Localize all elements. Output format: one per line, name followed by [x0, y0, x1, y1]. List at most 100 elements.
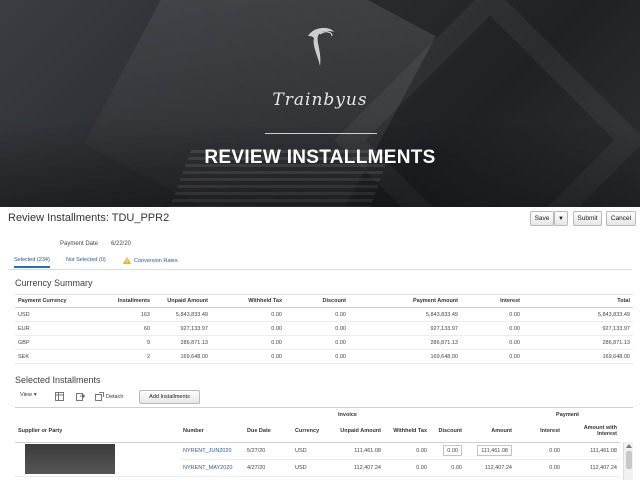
table-cell: 163 [103, 307, 153, 322]
caret-down-icon: ▾ [33, 392, 37, 398]
redacted-supplier [25, 444, 115, 474]
group-header-payment: Payment [556, 411, 579, 418]
discount-cell: 0.00 [430, 442, 465, 460]
currency-summary-table: Payment Currency Installments Unpaid Amo… [15, 294, 633, 364]
payment-date-label: Payment Date [60, 241, 99, 247]
table-cell: 5/27/20 [244, 442, 292, 460]
table-row[interactable]: SEK 2 169,648.00 0.00 0.00 169,648.00 0.… [15, 349, 633, 364]
scroll-thumb[interactable] [626, 451, 632, 469]
column-header: Installments [103, 294, 153, 308]
table-cell: 0.00 [515, 442, 563, 460]
table-cell: 0.00 [384, 442, 430, 460]
invoice-number-link[interactable]: NYRENT_JUN2020 [180, 442, 244, 460]
table-row[interactable]: GBP 9 286,871.13 0.00 0.00 286,871.13 0.… [15, 335, 633, 350]
table-header-row: Payment Currency Installments Unpaid Amo… [15, 294, 633, 308]
table-cell: 0.00 [211, 321, 285, 336]
table-cell: USD [292, 442, 338, 460]
table-cell: GBP [15, 335, 103, 350]
tab-selected[interactable]: Selected (234) [14, 257, 50, 268]
table-cell: 5,843,833.49 [349, 307, 461, 322]
table-row[interactable]: EUR 60 927,133.97 0.00 0.00 927,133.97 0… [15, 321, 633, 336]
table-cell: 927,133.97 [349, 321, 461, 336]
add-installments-button[interactable]: Add Installments [139, 390, 200, 404]
table-cell: 9 [103, 335, 153, 350]
group-header-row: Invoice Payment [15, 408, 620, 421]
table-cell: 0.00 [211, 307, 285, 322]
supplier-cell [15, 442, 180, 477]
brand-name: Trainbyus [272, 90, 368, 110]
selected-installments-table-region: Invoice Payment Supplier or Party Number… [15, 407, 633, 480]
table-header-row: Supplier or Party Number Due Date Curren… [15, 421, 620, 443]
table-cell: 0.00 [285, 335, 349, 350]
table-cell: 0.00 [285, 349, 349, 364]
column-header-unpaid-amount: Unpaid Amount [338, 421, 384, 443]
detach-label: Detach [106, 393, 124, 400]
table-cell: 111,461.08 [338, 442, 384, 460]
group-header-invoice: Invoice [338, 411, 357, 418]
table-cell: 2 [103, 349, 153, 364]
table-cell: 169,648.00 [523, 349, 633, 364]
detach-icon [95, 392, 104, 401]
column-header-amount: Amount [465, 421, 515, 443]
cancel-button[interactable]: Cancel [606, 211, 636, 226]
save-menu-button[interactable]: ▼ [554, 211, 568, 226]
table-cell: 0.00 [430, 459, 465, 477]
table-cell: 927,133.97 [153, 321, 211, 336]
view-menu[interactable]: View ▾ [20, 392, 37, 398]
scroll-up-arrow-icon[interactable] [626, 444, 632, 448]
table-cell: 0.00 [384, 459, 430, 477]
payment-date-value: 6/22/20 [111, 241, 132, 247]
save-button[interactable]: Save [530, 211, 554, 226]
table-cell: USD [15, 307, 103, 322]
table-row[interactable]: USD 163 5,843,833.49 0.00 0.00 5,843,833… [15, 307, 633, 322]
column-header: Total [523, 294, 633, 308]
column-header-amount-with-interest: Amount with Interest [563, 421, 620, 443]
invoice-number-link[interactable]: NYRENT_MAY2020 [180, 459, 244, 477]
freeze-columns-button[interactable] [55, 392, 64, 401]
table-row[interactable]: NYRENT_JUN2020 5/27/20 USD 111,461.08 0.… [15, 442, 620, 477]
table-cell: 5,843,833.49 [153, 307, 211, 322]
table-cell: 0.00 [211, 349, 285, 364]
table-cell: 112,407.24 [338, 459, 384, 477]
brand-logo-icon [308, 27, 334, 66]
table-cell: 286,871.13 [523, 335, 633, 350]
column-header: Discount [285, 294, 349, 308]
currency-summary-title: Currency Summary [15, 278, 93, 288]
view-menu-label: View [20, 392, 32, 398]
invoice-number-text: NYRENT_MAY2020 [183, 464, 233, 471]
amount-input[interactable]: 111,461.08 [477, 445, 512, 456]
table-cell: 286,871.13 [153, 335, 211, 350]
caret-down-icon: ▼ [558, 215, 564, 222]
invoice-number-text: NYRENT_JUN2020 [183, 447, 232, 454]
export-button[interactable] [76, 392, 85, 401]
table-cell: 5,843,833.49 [523, 307, 633, 322]
column-header: Payment Currency [15, 294, 103, 308]
banner-divider [265, 133, 377, 134]
tab-not-selected[interactable]: Not Selected (0) [66, 257, 106, 263]
vertical-scrollbar[interactable] [623, 442, 633, 480]
column-header-discount: Discount [430, 421, 465, 443]
amount-cell: 111,461.08 [465, 442, 515, 460]
table-cell: 0.00 [285, 321, 349, 336]
column-header: Interest [461, 294, 523, 308]
discount-input[interactable]: 0.00 [443, 445, 462, 456]
column-header-currency: Currency [292, 421, 338, 443]
submit-button[interactable]: Submit [573, 211, 602, 226]
table-cell: 0.00 [285, 307, 349, 322]
column-header: Payment Amount [349, 294, 461, 308]
tab-conversion-rates-label: Conversion Rates [134, 257, 178, 264]
hero-banner: Trainbyus REVIEW INSTALLMENTS [0, 0, 640, 207]
table-cell: 0.00 [461, 321, 523, 336]
selected-installments-title: Selected Installments [15, 375, 101, 385]
tab-bar: Selected (234) Not Selected (0) Conversi… [8, 254, 632, 270]
table-cell: 60 [103, 321, 153, 336]
table-cell: 4/27/20 [244, 459, 292, 477]
column-header-supplier: Supplier or Party [15, 421, 180, 443]
warning-icon [123, 257, 131, 264]
detach-button[interactable]: Detach [95, 392, 123, 401]
review-installments-page: Review Installments: TDU_PPR2 Save ▼ Sub… [0, 207, 640, 480]
tab-conversion-rates[interactable]: Conversion Rates [123, 257, 178, 264]
page-title: Review Installments: TDU_PPR2 [8, 212, 170, 224]
column-header-due-date: Due Date [244, 421, 292, 443]
table-cell: SEK [15, 349, 103, 364]
